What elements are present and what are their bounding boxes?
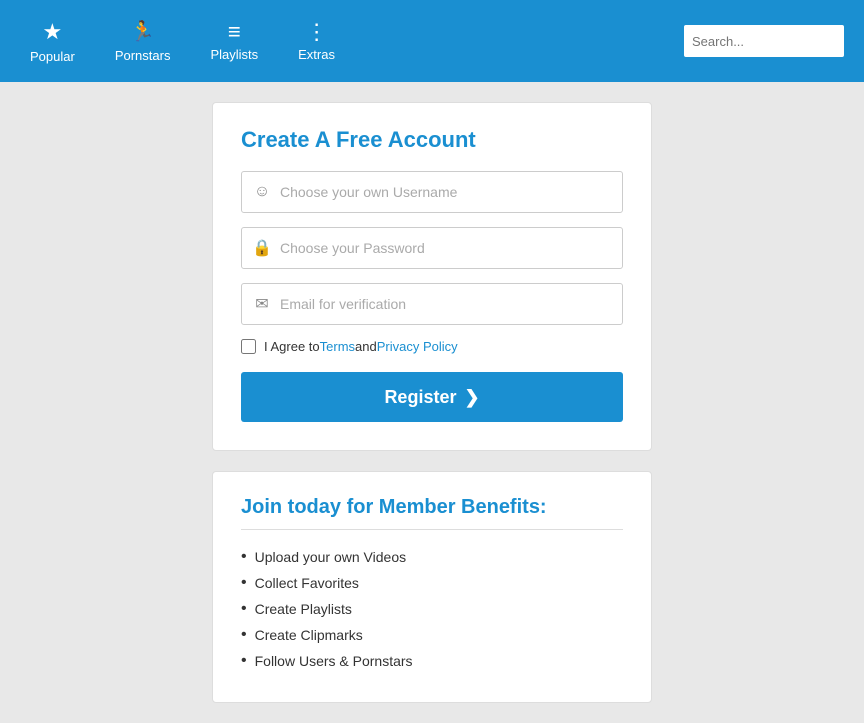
agree-row: I Agree to Terms and Privacy Policy bbox=[241, 339, 623, 354]
search-input[interactable] bbox=[684, 25, 844, 57]
nav-label-extras: Extras bbox=[298, 47, 335, 62]
agree-checkbox[interactable] bbox=[241, 339, 256, 354]
star-icon: ★ bbox=[43, 19, 63, 45]
nav-items: ★ Popular 🏃 Pornstars ≡ Playlists ⋮ Extr… bbox=[10, 19, 684, 64]
smiley-icon: ☺ bbox=[252, 183, 272, 201]
privacy-link[interactable]: Privacy Policy bbox=[377, 339, 458, 354]
benefit-item-4: Follow Users & Pornstars bbox=[241, 648, 623, 674]
benefit-item-3: Create Clipmarks bbox=[241, 622, 623, 648]
register-card: Create A Free Account ☺ 🔒 ✉ I Agree to T… bbox=[212, 102, 652, 451]
nav-item-pornstars[interactable]: 🏃 Pornstars bbox=[95, 19, 191, 63]
and-text: and bbox=[355, 339, 377, 354]
benefits-title: Join today for Member Benefits: bbox=[241, 496, 623, 530]
nav-label-playlists: Playlists bbox=[210, 47, 258, 62]
register-label: Register bbox=[384, 387, 456, 408]
agree-text: I Agree to bbox=[264, 339, 320, 354]
nav-label-popular: Popular bbox=[30, 49, 75, 64]
nav-search-area bbox=[684, 25, 844, 57]
benefit-item-2: Create Playlists bbox=[241, 596, 623, 622]
terms-link[interactable]: Terms bbox=[320, 339, 355, 354]
dots-icon: ⋮ bbox=[306, 21, 328, 43]
nav-item-extras[interactable]: ⋮ Extras bbox=[278, 21, 355, 62]
register-title: Create A Free Account bbox=[241, 127, 623, 153]
email-field-group: ✉ bbox=[241, 283, 623, 325]
nav-item-playlists[interactable]: ≡ Playlists bbox=[190, 21, 278, 62]
list-icon: ≡ bbox=[228, 21, 241, 43]
benefit-item-1: Collect Favorites bbox=[241, 570, 623, 596]
email-icon: ✉ bbox=[252, 294, 272, 314]
password-input[interactable] bbox=[280, 240, 612, 256]
benefits-card: Join today for Member Benefits: Upload y… bbox=[212, 471, 652, 703]
register-button[interactable]: Register ❯ bbox=[241, 372, 623, 422]
person-running-icon: 🏃 bbox=[130, 19, 155, 44]
lock-icon: 🔒 bbox=[252, 238, 272, 258]
email-input[interactable] bbox=[280, 296, 612, 312]
nav-label-pornstars: Pornstars bbox=[115, 48, 171, 63]
password-field-group: 🔒 bbox=[241, 227, 623, 269]
nav-item-popular[interactable]: ★ Popular bbox=[10, 19, 95, 64]
username-field-group: ☺ bbox=[241, 171, 623, 213]
benefit-item-0: Upload your own Videos bbox=[241, 544, 623, 570]
username-input[interactable] bbox=[280, 184, 612, 200]
arrow-icon: ❯ bbox=[464, 387, 479, 408]
benefits-list: Upload your own Videos Collect Favorites… bbox=[241, 544, 623, 674]
navbar: ★ Popular 🏃 Pornstars ≡ Playlists ⋮ Extr… bbox=[0, 0, 864, 82]
page-content: Create A Free Account ☺ 🔒 ✉ I Agree to T… bbox=[0, 82, 864, 723]
